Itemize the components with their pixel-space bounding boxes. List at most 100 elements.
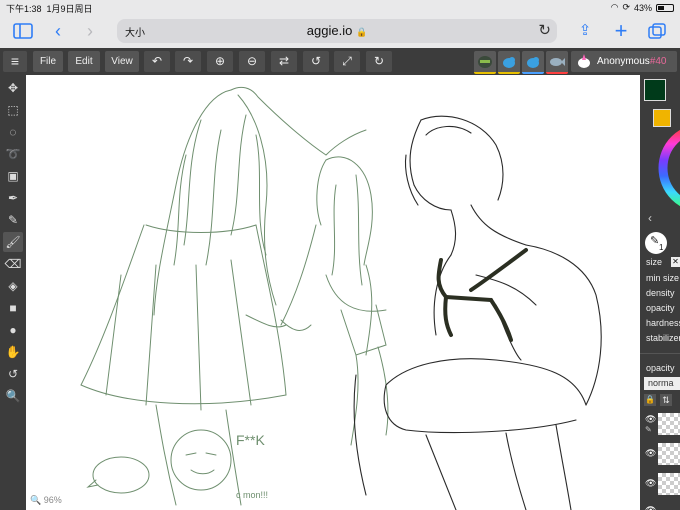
user-avatar-1[interactable] xyxy=(474,51,496,74)
forward-button[interactable]: › xyxy=(80,14,100,48)
new-tab-icon[interactable]: + xyxy=(610,14,632,48)
user-name-text: Anonymous xyxy=(597,56,650,67)
layer-row[interactable]: 👁 xyxy=(642,501,680,510)
rotate-right-icon[interactable]: ↻ xyxy=(366,51,392,72)
sketch-text-mom: c mon!!! xyxy=(236,490,268,500)
user-avatar-4[interactable] xyxy=(546,51,568,74)
bird-avatar-icon xyxy=(527,56,539,68)
fill-bucket-icon[interactable]: ◈ xyxy=(3,276,23,296)
zoom-out-icon[interactable]: ⊖ xyxy=(239,51,265,72)
zoom-icon-small: 🔍 xyxy=(30,495,42,505)
battery-icon xyxy=(656,3,674,12)
reload-icon[interactable]: ↻ xyxy=(538,21,551,39)
eyedropper-icon[interactable]: ✒ xyxy=(3,188,23,208)
pencil-icon[interactable]: ✎ xyxy=(3,210,23,230)
eye-icon[interactable]: 👁 xyxy=(645,505,656,510)
brush-preview-icon: ✎ xyxy=(650,235,660,247)
harness-straps xyxy=(436,248,528,342)
eye-icon[interactable]: 👁 xyxy=(645,478,656,489)
collapse-chevron-icon[interactable]: ‹ xyxy=(648,211,652,225)
browser-toolbar: ‹ › 大小 aggie.io 🔒 ↻ ⇪ + xyxy=(0,14,680,48)
size-label: size xyxy=(646,257,663,267)
zoom-icon[interactable]: 🔍 xyxy=(3,386,23,406)
fish-avatar-icon xyxy=(550,57,565,66)
user-name-box[interactable]: Anonymous#40 xyxy=(571,51,677,72)
tabs-overview-icon[interactable] xyxy=(645,14,669,50)
bird-avatar-icon xyxy=(503,56,515,68)
edit-menu[interactable]: Edit xyxy=(68,51,100,72)
sidebar-icon[interactable] xyxy=(10,14,36,50)
brush-preview[interactable]: ✎ 1 xyxy=(645,232,667,254)
layer-row[interactable]: 👁 xyxy=(642,441,680,467)
fullscreen-icon[interactable]: ⤢ xyxy=(334,51,360,72)
ellipse-select-icon[interactable]: ◌ xyxy=(3,122,23,142)
share-icon[interactable]: ⇪ xyxy=(574,14,596,48)
rotate-view-icon[interactable]: ↺ xyxy=(3,364,23,384)
layer-thumbnail xyxy=(658,443,680,465)
panel-divider xyxy=(640,353,680,354)
redo-icon[interactable]: ↷ xyxy=(175,51,201,72)
hand-icon[interactable]: ✋ xyxy=(3,342,23,362)
color-wheel[interactable] xyxy=(658,123,680,213)
transform-icon[interactable]: ▣ xyxy=(3,166,23,186)
sketch-artwork: F**K c mon!!! xyxy=(80,86,602,510)
drawing-canvas[interactable]: F**K c mon!!! 🔍 96% xyxy=(26,75,640,510)
layer-thumbnail xyxy=(658,473,680,495)
helmet-avatar-icon xyxy=(478,55,492,68)
layer-row[interactable]: 👁 ✎ xyxy=(642,411,680,437)
stabilizer-label: stabilizer xyxy=(646,333,680,343)
wifi-icon: ◠ xyxy=(610,2,619,12)
lock-layer-icon[interactable]: 🔒 xyxy=(644,394,656,406)
lock-icon: 🔒 xyxy=(355,27,368,37)
status-time: 下午1:38 xyxy=(6,4,42,14)
primary-color-swatch[interactable] xyxy=(644,79,666,101)
layer-options-icon[interactable]: ⇅ xyxy=(660,394,672,406)
eye-icon[interactable]: 👁 xyxy=(645,414,656,425)
brush-icon[interactable]: 🖌 xyxy=(3,232,23,252)
url-host: aggie.io 🔒 xyxy=(117,23,557,38)
pencil-small-icon: ✎ xyxy=(645,425,652,434)
address-bar[interactable]: 大小 aggie.io 🔒 ↻ xyxy=(117,19,557,43)
user-name: Anonymous#40 xyxy=(597,51,667,72)
back-button[interactable]: ‹ xyxy=(48,14,68,48)
rotate-left-icon[interactable]: ↺ xyxy=(303,51,329,72)
brush-size-value: 1 xyxy=(659,243,664,252)
hamburger-menu-icon[interactable]: ≡ xyxy=(3,51,27,72)
status-bar: 下午1:38 1月9日周日 ◠ ⟳ 43% xyxy=(0,0,680,14)
green-sketch xyxy=(80,86,389,506)
ellipse-icon[interactable]: ● xyxy=(3,320,23,340)
zoom-level: 96% xyxy=(43,495,62,505)
view-menu[interactable]: View xyxy=(105,51,139,72)
undo-icon[interactable]: ↶ xyxy=(144,51,170,72)
status-right: ◠ ⟳ 43% xyxy=(611,2,674,13)
status-date: 1月9日周日 xyxy=(46,4,93,14)
zoom-in-icon[interactable]: ⊕ xyxy=(207,51,233,72)
file-menu[interactable]: File xyxy=(33,51,63,72)
battery-fill xyxy=(658,5,665,10)
right-panel: ‹ ✎ 1 size ✕ min size density opacity ha… xyxy=(640,75,680,510)
move-tool-icon[interactable]: ✥ xyxy=(3,78,23,98)
user-number: #40 xyxy=(649,56,667,67)
sketch-text-fk: F**K xyxy=(236,432,265,448)
eye-icon[interactable]: 👁 xyxy=(645,448,656,459)
url-text: aggie.io xyxy=(306,23,353,38)
zoom-indicator: 🔍 96% xyxy=(30,495,62,506)
battery-percent: 43% xyxy=(633,2,652,13)
lasso-icon[interactable]: ➰ xyxy=(3,144,23,164)
eraser-icon[interactable]: ⌫ xyxy=(3,254,23,274)
rotation-lock-icon: ⟳ xyxy=(622,2,630,12)
dark-figure xyxy=(353,115,602,510)
app-toolbar: ≡ File Edit View ↶ ↷ ⊕ ⊖ ⇄ ↺ ⤢ ↻ Anonymo… xyxy=(0,48,680,75)
tool-bar: ✥ ⬚ ◌ ➰ ▣ ✒ ✎ 🖌 ⌫ ◈ ■ ● ✋ ↺ 🔍 xyxy=(0,75,26,510)
flip-icon[interactable]: ⇄ xyxy=(271,51,297,72)
layer-thumbnail xyxy=(658,413,680,435)
layer-row[interactable]: 👁 xyxy=(642,471,680,497)
user-avatar-2[interactable] xyxy=(498,51,520,74)
user-avatar-3[interactable] xyxy=(522,51,544,74)
blend-mode-select[interactable]: norma xyxy=(644,377,680,390)
rectangle-icon[interactable]: ■ xyxy=(3,298,23,318)
hardness-label: hardness xyxy=(646,318,680,328)
min-size-label: min size xyxy=(646,273,680,283)
rect-select-icon[interactable]: ⬚ xyxy=(3,100,23,120)
size-close-icon[interactable]: ✕ xyxy=(671,257,680,267)
